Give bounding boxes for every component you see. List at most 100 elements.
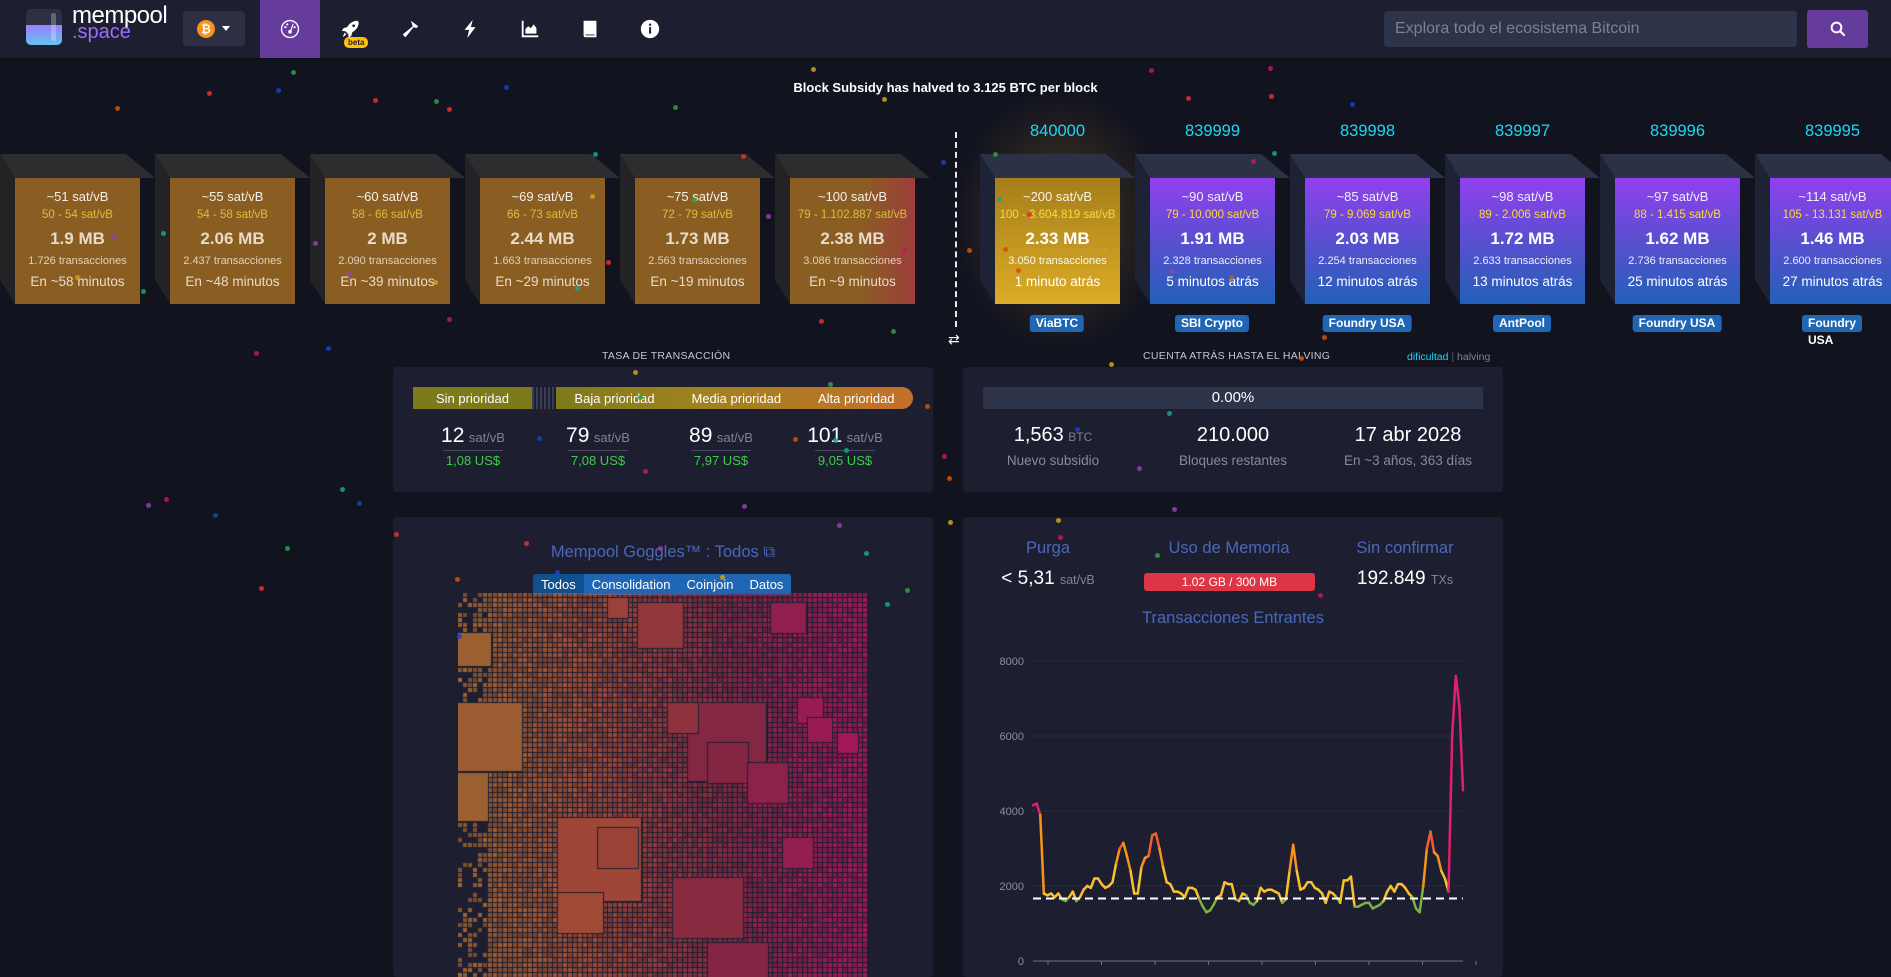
confetti-dot: [259, 586, 265, 592]
confetti-dot: [1317, 592, 1323, 598]
nav-dashboard[interactable]: [260, 0, 320, 58]
goggles-tab[interactable]: Datos: [741, 574, 791, 595]
blockchain-block[interactable]: ~114 sat/vB 105 - 13.131 sat/vB 1.46 MB …: [1755, 154, 1891, 304]
block-size: 2.33 MB: [1025, 229, 1090, 248]
block-height-link[interactable]: 840000: [995, 122, 1120, 141]
mempool-goggles-treemap[interactable]: [458, 593, 868, 977]
blockchain-block[interactable]: ~90 sat/vB 79 - 10.000 sat/vB 1.91 MB 2.…: [1135, 154, 1290, 304]
mempool-block[interactable]: ~69 sat/vB 66 - 73 sat/vB 2.44 MB 1.663 …: [465, 154, 620, 304]
tx-count: 3.086 transacciones: [803, 255, 902, 267]
confetti-dot: [554, 569, 560, 575]
search-input[interactable]: [1384, 11, 1797, 47]
bitcoin-icon: ₿: [197, 20, 215, 38]
mining-pool-badge[interactable]: Foundry USA: [1802, 315, 1862, 347]
nav-graphs[interactable]: [500, 0, 560, 58]
hammer-icon: [402, 20, 419, 38]
block-height-link[interactable]: 839998: [1305, 122, 1430, 141]
block-size: 1.72 MB: [1490, 229, 1555, 248]
line-segment: [1284, 869, 1291, 901]
confetti-dot: [114, 106, 120, 112]
mempool-block[interactable]: ~100 sat/vB 79 - 1.102.887 sat/vB 2.38 M…: [775, 154, 930, 304]
mining-pool-badge[interactable]: ViaBTC: [1029, 315, 1085, 332]
goggles-title[interactable]: Mempool Goggles™ : Todos ⧉: [393, 543, 933, 562]
block-time: 13 minutos atrás: [1472, 274, 1573, 289]
network-selector[interactable]: ₿: [183, 11, 245, 46]
search-button[interactable]: [1807, 10, 1868, 48]
toggle-difficulty[interactable]: dificultad: [1407, 351, 1448, 363]
gauge-icon: [280, 19, 300, 39]
blockchain-block[interactable]: ~98 sat/vB 89 - 2.006 sat/vB 1.72 MB 2.6…: [1445, 154, 1600, 304]
mempool-block[interactable]: ~55 sat/vB 54 - 58 sat/vB 2.06 MB 2.437 …: [155, 154, 310, 304]
halving-stat: 1,563 BTC Nuevo subsidio: [1006, 424, 1100, 468]
confetti-dot: [1155, 552, 1161, 558]
median-fee: ~100 sat/vB: [817, 189, 888, 204]
blockchain-block[interactable]: ~200 sat/vB 100 - 3.604.819 sat/vB 2.33 …: [980, 154, 1135, 304]
halving-stat: 17 abr 2028 En ~3 años, 363 días: [1344, 424, 1472, 468]
block-size: 1.73 MB: [665, 229, 730, 248]
fee-range: 105 - 13.131 sat/vB: [1782, 209, 1883, 221]
block-size: 2.38 MB: [820, 229, 885, 248]
swap-direction-icon[interactable]: ⇄: [948, 331, 960, 348]
nav-lightning[interactable]: [440, 0, 500, 58]
confetti-dot: [1269, 94, 1275, 100]
mining-pool-badge[interactable]: AntPool: [1493, 315, 1551, 332]
block-height-link[interactable]: 839996: [1615, 122, 1740, 141]
median-fee: ~85 sat/vB: [1336, 189, 1399, 204]
block-time: 1 minuto atrás: [1014, 274, 1101, 289]
y-tick-label: 2000: [1000, 881, 1024, 893]
median-fee: ~114 sat/vB: [1798, 189, 1867, 204]
goggles-tab[interactable]: Consolidation: [584, 574, 679, 595]
fee-range: 79 - 9.069 sat/vB: [1324, 209, 1411, 221]
incoming-tx-chart[interactable]: 0 2000 4000 6000 8000: [963, 517, 1503, 977]
confetti-dot: [146, 502, 152, 508]
blockchain-block[interactable]: ~85 sat/vB 79 - 9.069 sat/vB 2.03 MB 2.2…: [1290, 154, 1445, 304]
mempool-block[interactable]: ~75 sat/vB 72 - 79 sat/vB 1.73 MB 2.563 …: [620, 154, 775, 304]
tx-count: 2.600 transacciones: [1783, 255, 1882, 267]
block-height-link[interactable]: 839997: [1460, 122, 1585, 141]
goggles-tab[interactable]: Todos: [533, 574, 584, 595]
nav-about[interactable]: [620, 0, 680, 58]
tx-count: 3.050 transacciones: [1008, 255, 1107, 267]
confetti-dot: [253, 351, 259, 357]
goggles-filter-tabs: Todos Consolidation Coinjoin Datos: [533, 574, 792, 595]
line-segment: [1154, 832, 1161, 850]
fee-usd: 7,08 US$: [570, 453, 626, 468]
median-fee: ~75 sat/vB: [666, 189, 729, 204]
block-time: 5 minutos atrás: [1166, 274, 1259, 289]
fee-range: 54 - 58 sat/vB: [197, 209, 268, 221]
confetti-dot: [901, 247, 907, 253]
median-fee: ~60 sat/vB: [356, 189, 419, 204]
fee-range: 66 - 73 sat/vB: [507, 209, 578, 221]
top-nav-bar: mempool .space ₿ beta: [0, 0, 1891, 58]
fee-label-group: Baja prioridad Media prioridad Alta prio…: [556, 387, 913, 409]
confetti-dot: [291, 69, 297, 75]
confetti-dot: [719, 575, 725, 581]
mempool-logo-icon[interactable]: [26, 9, 62, 45]
blockchain-block[interactable]: ~97 sat/vB 88 - 1.415 sat/vB 1.62 MB 2.7…: [1600, 154, 1755, 304]
nav-docs[interactable]: [560, 0, 620, 58]
block-height-link[interactable]: 839999: [1150, 122, 1275, 141]
logo-text[interactable]: mempool .space: [72, 4, 168, 43]
fee-estimate: 79 sat/vB 7,08 US$: [538, 424, 658, 468]
mempool-block[interactable]: ~51 sat/vB 50 - 54 sat/vB 1.9 MB 1.726 t…: [0, 154, 155, 304]
y-tick-label: 0: [1018, 956, 1024, 968]
toggle-halving[interactable]: halving: [1457, 351, 1490, 363]
mining-pool-badge[interactable]: SBI Crypto: [1174, 315, 1250, 332]
confetti-dot: [967, 247, 973, 253]
line-segment: [1382, 890, 1389, 903]
mining-pool-badge[interactable]: Foundry USA: [1632, 315, 1722, 332]
halving-stat: 210.000 Bloques restantes: [1178, 424, 1288, 468]
goggles-tab[interactable]: Coinjoin: [678, 574, 741, 595]
line-segment: [1183, 886, 1190, 899]
block-height-link[interactable]: 839995: [1770, 122, 1891, 141]
nav-mining[interactable]: [380, 0, 440, 58]
nav-accelerator[interactable]: beta: [320, 0, 380, 58]
mempool-block[interactable]: ~60 sat/vB 58 - 66 sat/vB 2 MB 2.090 tra…: [310, 154, 465, 304]
mining-pool-badge[interactable]: Foundry USA: [1322, 315, 1412, 332]
line-segment: [1230, 882, 1237, 901]
beta-badge: beta: [344, 37, 369, 48]
halving-progress-bar: 0.00%: [983, 387, 1483, 409]
confetti-dot: [837, 522, 843, 528]
fee-gap: [532, 387, 556, 409]
confetti-dot: [942, 453, 947, 459]
